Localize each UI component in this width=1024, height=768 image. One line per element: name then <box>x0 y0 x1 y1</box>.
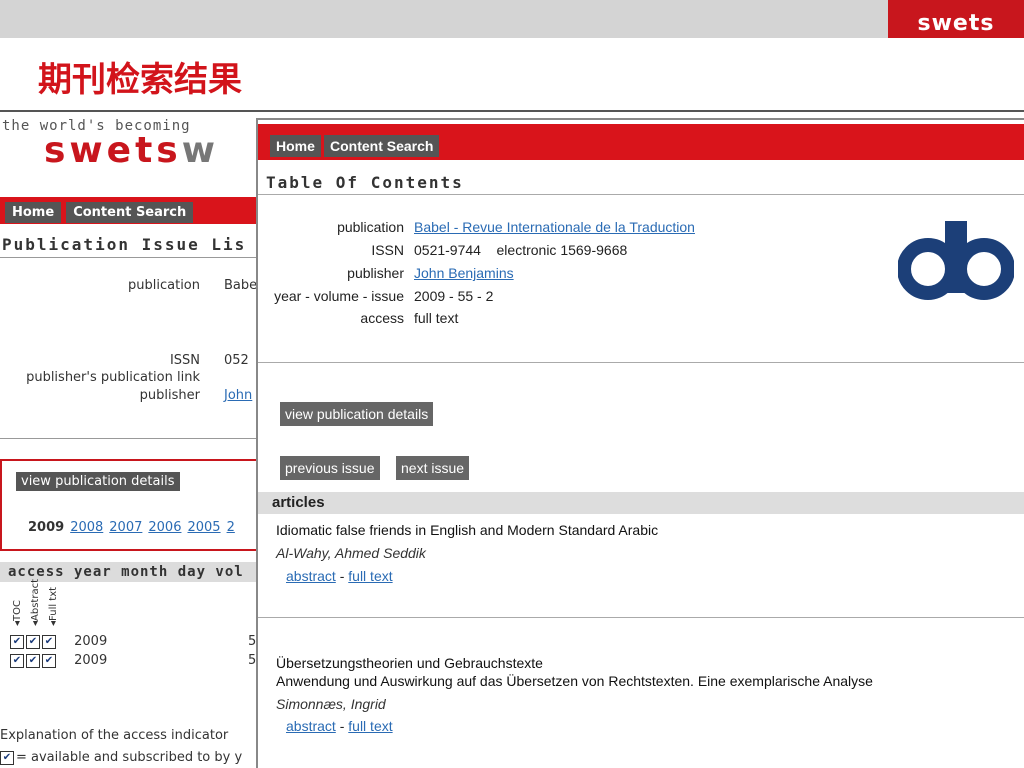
check-icon[interactable]: ✔ <box>26 634 40 649</box>
row-year: 2009 <box>74 634 108 649</box>
article-divider <box>258 617 1024 618</box>
toc-details-rule <box>258 362 1024 363</box>
article-author: Al-Wahy, Ahmed Seddik <box>276 545 426 561</box>
bg-nav-bar: Home Content Search <box>0 197 258 224</box>
check-icon[interactable]: ✔ <box>10 653 24 668</box>
bg-publication-value: Babe <box>224 278 258 293</box>
article-title: Übersetzungstheorien und Gebrauchstexte <box>276 655 543 671</box>
article-links: abstract - full text <box>286 568 393 584</box>
toc-nav-home[interactable]: Home <box>270 135 321 157</box>
bg-heading-rule <box>0 257 258 258</box>
swets-brand-logo: swets <box>888 0 1024 38</box>
bg-section-rule <box>0 438 258 439</box>
bg-view-publication-details-button[interactable]: view publication details <box>16 472 180 491</box>
bg-publisher-label: publisher <box>139 388 200 403</box>
col-abstract-label: ◂Abstract <box>30 578 41 626</box>
link-separator: - <box>335 718 349 734</box>
bg-year-link[interactable]: 2006 <box>148 520 181 535</box>
bg-year-link[interactable]: 2005 <box>187 520 220 535</box>
article-links: abstract - full text <box>286 718 393 734</box>
col-fulltext-label: ◂Full txt <box>48 586 59 626</box>
row-year: 2009 <box>74 653 108 668</box>
bg-nav-content-search[interactable]: Content Search <box>66 202 194 223</box>
access-label: access <box>360 310 404 326</box>
article-author: Simonnæs, Ingrid <box>276 696 386 712</box>
check-icon[interactable]: ✔ <box>42 634 56 649</box>
bg-year-link[interactable]: 2008 <box>70 520 103 535</box>
bg-publisher-link-label: publisher's publication link <box>26 370 200 385</box>
bg-issn-value: 052 <box>224 353 249 368</box>
check-icon[interactable]: ✔ <box>42 653 56 668</box>
year-volume-issue-value: 2009 - 55 - 2 <box>414 288 494 304</box>
db-publisher-logo-icon <box>898 221 1014 300</box>
explanation-row: ✔ = available and subscribed to by y <box>0 750 242 765</box>
articles-header: articles <box>258 492 1024 514</box>
bg-nav-home[interactable]: Home <box>5 202 62 223</box>
check-icon: ✔ <box>0 750 14 765</box>
bg-publication-label: publication <box>128 278 200 293</box>
bg-year-link[interactable]: 2 <box>227 520 235 535</box>
access-value: full text <box>414 310 459 326</box>
publication-link[interactable]: Babel - Revue Internationale de la Tradu… <box>414 219 695 235</box>
swets-logo-text: swets <box>44 130 182 171</box>
table-of-contents-window: Home Content Search Table Of Contents pu… <box>256 118 1024 768</box>
abstract-link[interactable]: abstract <box>286 568 336 584</box>
toc-heading-rule <box>258 194 1024 195</box>
link-separator: - <box>335 568 349 584</box>
publication-issue-list-window: the world's becoming swetsw Home Content … <box>0 112 258 768</box>
explanation-text: = available and subscribed to by y <box>16 750 243 765</box>
bg-publisher-link[interactable]: John <box>224 388 252 403</box>
year-volume-issue-label: year - volume - issue <box>274 288 404 304</box>
view-publication-details-button[interactable]: view publication details <box>280 402 434 426</box>
col-toc-label: ◂TOC <box>12 600 23 626</box>
explanation-title: Explanation of the access indicator <box>0 728 229 743</box>
issn-value: 0521-9744 electronic 1569-9668 <box>414 242 628 258</box>
toc-page-heading: Table Of Contents <box>266 173 464 192</box>
bg-year-current: 2009 <box>28 520 65 535</box>
swets-logo[interactable]: swetsw <box>44 130 219 171</box>
slide-top-bar <box>0 0 1024 38</box>
check-icon[interactable]: ✔ <box>10 634 24 649</box>
abstract-link[interactable]: abstract <box>286 718 336 734</box>
next-issue-button[interactable]: next issue <box>396 456 470 480</box>
publisher-link[interactable]: John Benjamins <box>414 265 514 281</box>
bg-year-link[interactable]: 2007 <box>109 520 142 535</box>
article-title: Idiomatic false friends in English and M… <box>276 522 659 538</box>
full-text-link[interactable]: full text <box>348 718 392 734</box>
publication-label: publication <box>337 219 404 235</box>
bg-issn-label: ISSN <box>169 353 200 368</box>
bg-year-links: 2009 2008 2007 2006 2005 2 <box>28 520 241 535</box>
table-row: ✔ ✔ ✔ 2009 5 <box>10 634 256 649</box>
article-subtitle: Anwendung und Auswirkung auf das Überset… <box>276 673 873 689</box>
publisher-label: publisher <box>347 265 404 281</box>
toc-nav-content-search[interactable]: Content Search <box>324 135 440 157</box>
slide-title: 期刊检索结果 <box>38 60 242 100</box>
toc-nav-bar: Home Content Search <box>258 124 1024 160</box>
swets-logo-tail: w <box>181 130 220 171</box>
check-icon[interactable]: ✔ <box>26 653 40 668</box>
issn-label: ISSN <box>371 242 404 258</box>
bg-page-heading: Publication Issue Lis <box>2 235 247 254</box>
table-row: ✔ ✔ ✔ 2009 5 <box>10 653 256 668</box>
full-text-link[interactable]: full text <box>348 568 392 584</box>
previous-issue-button[interactable]: previous issue <box>280 456 380 480</box>
